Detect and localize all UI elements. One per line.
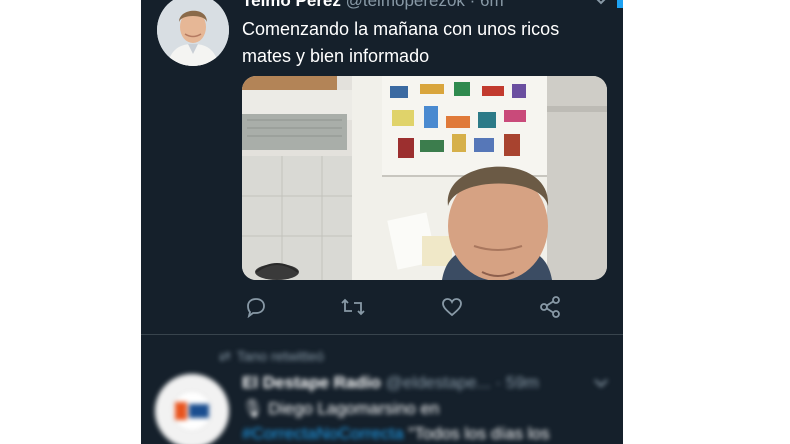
divider xyxy=(141,334,623,335)
tweet-text-line: #CorrectaNoCorrecta "Todos los días los xyxy=(242,424,549,444)
tweet-text-line: mates y bien informado xyxy=(242,46,430,66)
tweet-media-photo[interactable] xyxy=(242,76,607,280)
timestamp[interactable]: 59m xyxy=(506,373,539,392)
tweet-text: Comenzando la mañana con unos ricos mate… xyxy=(242,16,612,70)
radio-logo-icon xyxy=(155,374,229,444)
like-icon[interactable] xyxy=(438,293,466,321)
timestamp[interactable]: 6m xyxy=(480,0,504,10)
chevron-down-icon[interactable] xyxy=(593,375,609,391)
handle[interactable]: @eldestape... xyxy=(386,373,491,392)
tweet-actions xyxy=(242,293,572,323)
reply-icon[interactable] xyxy=(242,293,270,321)
tweet-header: El Destape Radio @eldestape... · 59m xyxy=(242,373,539,393)
retweet-small-icon: ⇄ xyxy=(219,348,231,364)
avatar-photo xyxy=(157,0,229,66)
avatar[interactable] xyxy=(155,374,229,444)
handle[interactable]: @telmoperez0k xyxy=(346,0,465,10)
chevron-down-icon[interactable] xyxy=(593,0,609,8)
scroll-indicator xyxy=(617,0,623,8)
avatar[interactable] xyxy=(157,0,229,66)
display-name[interactable]: El Destape Radio xyxy=(242,373,381,392)
retweet-label: ⇄ Tano retwitteó xyxy=(219,348,324,365)
separator: · xyxy=(464,0,481,10)
twitter-timeline: Telmo Pérez @telmoperez0k · 6m Comenzand… xyxy=(141,0,623,444)
hashtag-link[interactable]: #CorrectaNoCorrecta xyxy=(242,424,404,443)
tweet-text-fragment: "Todos los días los xyxy=(403,424,550,443)
display-name[interactable]: Telmo Pérez xyxy=(242,0,341,10)
retweet-label-text: Tano retwitteó xyxy=(236,348,324,364)
retweet-icon[interactable] xyxy=(339,293,367,321)
tweet-text-line: Comenzando la mañana con unos ricos xyxy=(242,19,560,39)
kitchen-photo xyxy=(242,76,607,280)
tweet-text-line: 🎙 Diego Lagomarsino en xyxy=(242,399,440,418)
share-icon[interactable] xyxy=(536,293,564,321)
tweet-header: Telmo Pérez @telmoperez0k · 6m xyxy=(242,0,504,11)
separator: · xyxy=(490,373,506,392)
